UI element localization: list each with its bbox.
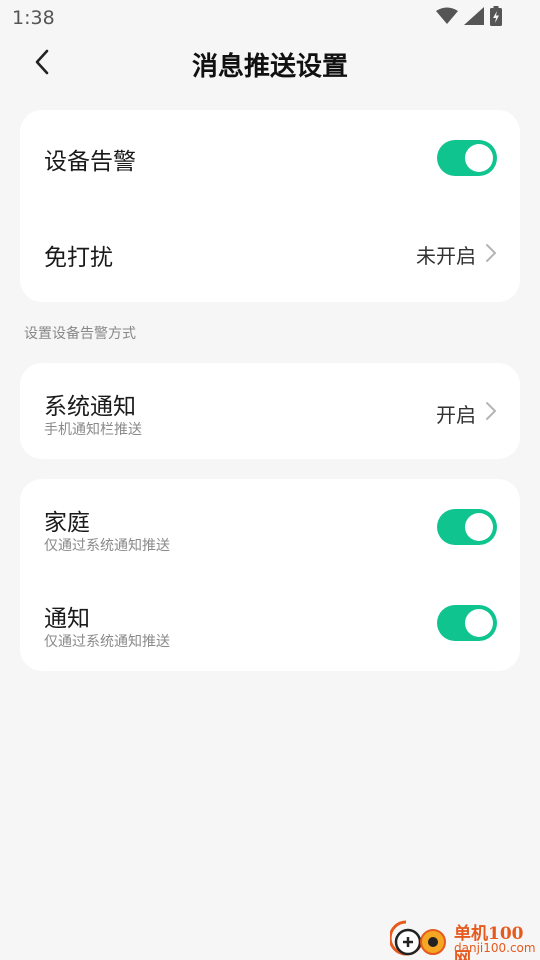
do-not-disturb-value: 未开启 bbox=[416, 244, 476, 268]
category-label: 家庭 bbox=[44, 510, 90, 536]
status-bar: 1:38 bbox=[0, 0, 540, 36]
chevron-right-icon bbox=[484, 242, 498, 264]
category-row-family: 家庭 仅通过系统通知推送 bbox=[20, 479, 520, 575]
system-notification-value: 开启 bbox=[436, 403, 476, 427]
system-notification-subtitle: 手机通知栏推送 bbox=[44, 422, 142, 438]
app-bar: 消息推送设置 bbox=[0, 36, 540, 92]
screen: 1:38 消息推送设置 设备告警 免打扰 未开启 设置设备告警方式 系统通知 手… bbox=[0, 0, 540, 960]
toggle-knob bbox=[465, 513, 493, 541]
device-alarm-label: 设备告警 bbox=[44, 149, 136, 175]
section-label: 设置设备告警方式 bbox=[24, 326, 136, 342]
category-subtitle: 仅通过系统通知推送 bbox=[44, 634, 170, 650]
device-alarm-toggle[interactable] bbox=[437, 140, 497, 176]
notification-category-card: 家庭 仅通过系统通知推送 通知 仅通过系统通知推送 bbox=[20, 479, 520, 671]
category-label: 通知 bbox=[44, 606, 90, 632]
category-row-notice: 通知 仅通过系统通知推送 bbox=[20, 575, 520, 671]
family-toggle[interactable] bbox=[437, 509, 497, 545]
alarm-settings-card: 设备告警 免打扰 未开启 bbox=[20, 110, 520, 302]
status-icons bbox=[436, 6, 502, 30]
watermark: 单机100网 danji100.com bbox=[388, 918, 540, 960]
watermark-url: danji100.com bbox=[454, 941, 536, 955]
cellular-signal-icon bbox=[464, 7, 484, 29]
battery-charging-icon bbox=[490, 6, 502, 30]
status-time: 1:38 bbox=[12, 7, 55, 29]
do-not-disturb-label: 免打扰 bbox=[44, 245, 113, 271]
watermark-logo-icon bbox=[388, 918, 452, 960]
wifi-icon bbox=[436, 7, 458, 29]
do-not-disturb-row[interactable]: 免打扰 未开启 bbox=[20, 206, 520, 302]
category-subtitle: 仅通过系统通知推送 bbox=[44, 538, 170, 554]
toggle-knob bbox=[465, 144, 493, 172]
notice-toggle[interactable] bbox=[437, 605, 497, 641]
system-notification-label: 系统通知 bbox=[44, 394, 136, 420]
system-notification-card[interactable]: 系统通知 手机通知栏推送 开启 bbox=[20, 363, 520, 459]
page-title: 消息推送设置 bbox=[191, 52, 348, 82]
chevron-right-icon bbox=[484, 400, 498, 422]
device-alarm-row: 设备告警 bbox=[20, 110, 520, 206]
toggle-knob bbox=[465, 609, 493, 637]
